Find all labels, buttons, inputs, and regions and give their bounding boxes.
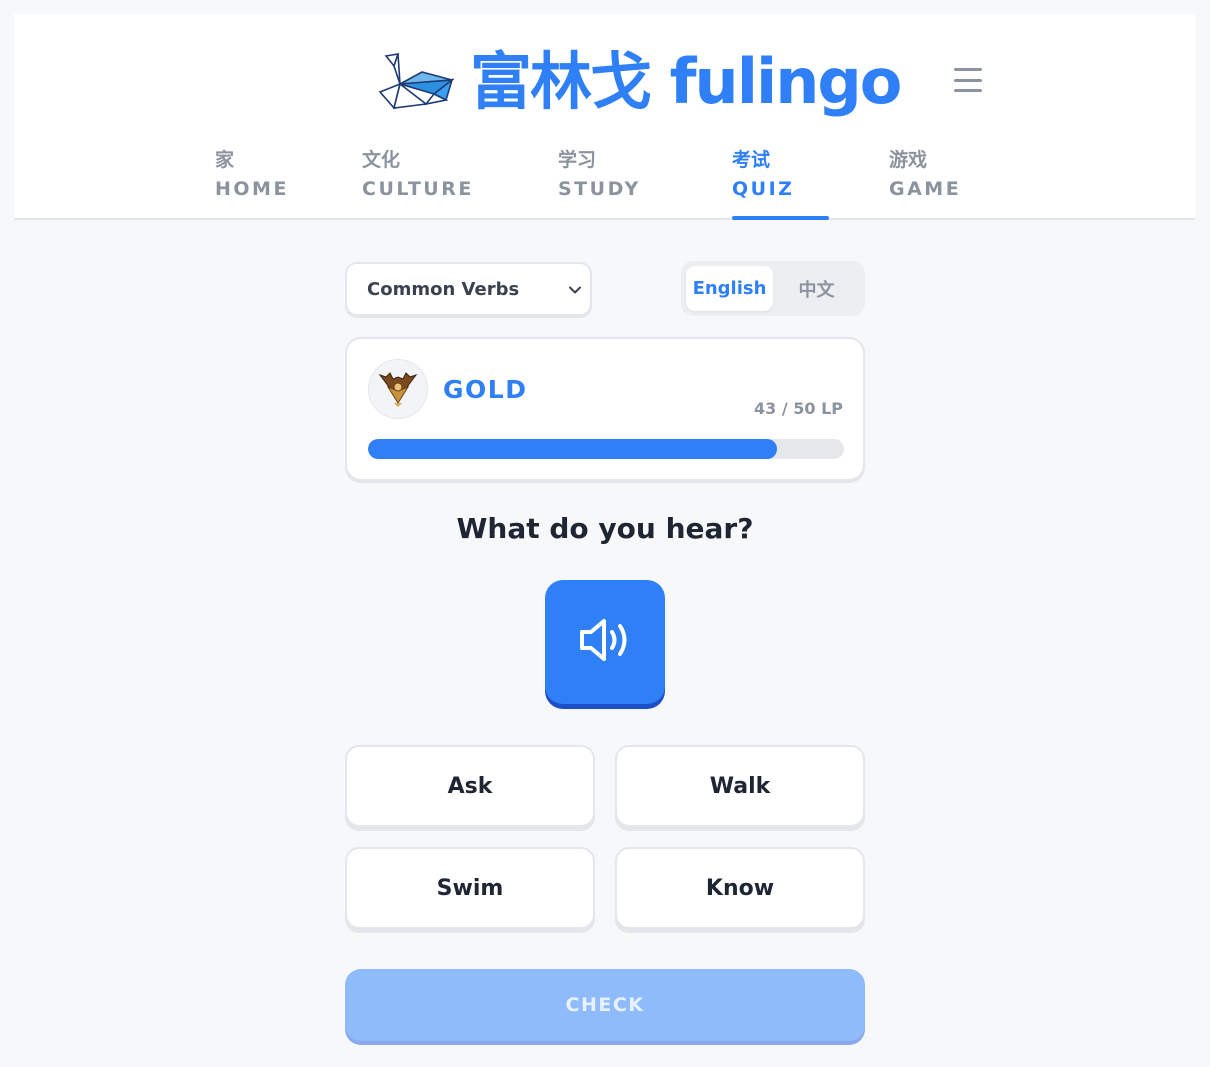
brand-name: 富林戈 fulingo <box>470 45 902 118</box>
lp-progress-fill <box>368 439 778 459</box>
nav-item-cn-label: 学习 <box>558 149 597 171</box>
main-nav: 家 HOME 文化 CULTURE 学习 STUDY 考试 QUIZ 游戏 GA… <box>14 148 1195 220</box>
category-select[interactable]: Common Verbs <box>345 262 592 316</box>
check-button[interactable]: CHECK <box>345 969 865 1041</box>
nav-item-cn-label: 文化 <box>362 149 401 171</box>
nav-item-home[interactable]: 家 HOME <box>215 148 289 220</box>
chevron-down-icon <box>568 282 582 301</box>
nav-item-cn-label: 家 <box>215 149 235 171</box>
nav-item-en-label: CULTURE <box>362 178 474 200</box>
play-audio-button[interactable] <box>545 580 665 704</box>
nav-item-cn-label: 考试 <box>732 149 771 171</box>
lp-progress-bar <box>368 439 844 459</box>
lang-option-english[interactable]: English <box>686 266 773 311</box>
nav-item-cn-label: 游戏 <box>889 149 928 171</box>
rank-card: GOLD 43 / 50 LP <box>345 337 865 481</box>
nav-item-culture[interactable]: 文化 CULTURE <box>362 148 474 220</box>
nav-item-study[interactable]: 学习 STUDY <box>558 148 641 220</box>
nav-item-en-label: QUIZ <box>732 178 795 200</box>
origami-swan-icon <box>374 50 454 114</box>
nav-item-en-label: GAME <box>889 178 962 200</box>
language-toggle: English 中文 <box>681 261 865 316</box>
answer-option[interactable]: Walk <box>615 745 865 827</box>
hamburger-menu-icon[interactable] <box>954 68 982 92</box>
answer-option[interactable]: Know <box>615 847 865 929</box>
lang-option-chinese[interactable]: 中文 <box>773 266 860 311</box>
rank-tier: GOLD <box>443 375 528 404</box>
nav-item-quiz[interactable]: 考试 QUIZ <box>732 148 830 220</box>
question-prompt: What do you hear? <box>456 512 754 545</box>
site-header: 富林戈 fulingo 家 HOME 文化 CULTURE 学习 STUDY 考… <box>14 14 1195 220</box>
nav-item-game[interactable]: 游戏 GAME <box>889 148 961 220</box>
nav-item-en-label: STUDY <box>558 178 641 200</box>
rank-lp-text: 43 / 50 LP <box>753 399 843 418</box>
category-select-value: Common Verbs <box>367 278 520 300</box>
gold-eagle-rank-icon <box>368 359 428 419</box>
speaker-icon <box>576 615 634 669</box>
brand-logo[interactable]: 富林戈 fulingo <box>374 42 902 122</box>
nav-item-en-label: HOME <box>215 178 289 200</box>
answer-option[interactable]: Ask <box>345 745 595 827</box>
answer-option[interactable]: Swim <box>345 847 595 929</box>
